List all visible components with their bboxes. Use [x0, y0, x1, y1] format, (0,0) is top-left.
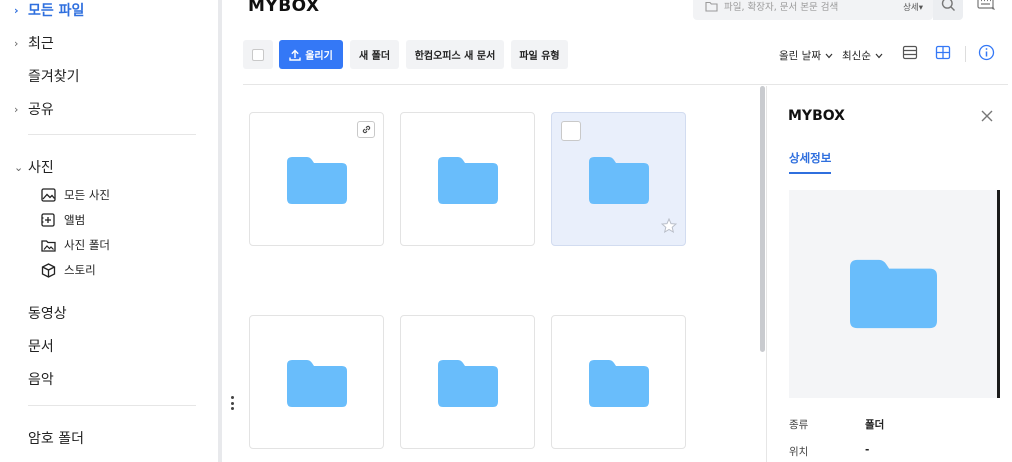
panel-title: MYBOX	[788, 108, 845, 124]
sidebar-item-recent[interactable]: › 최근	[14, 33, 54, 53]
sort-order-label: 최신순	[842, 50, 871, 62]
chevron-right-icon: ›	[14, 36, 19, 50]
sidebar-subitem-all-photos[interactable]: 모든 사진	[40, 187, 110, 203]
sidebar-item-label: 문서	[28, 339, 54, 355]
sidebar-item-secure-folder[interactable]: 암호 폴더	[14, 428, 84, 448]
sidebar-subitem-label: 사진 폴더	[64, 238, 110, 252]
search-icon	[941, 0, 956, 16]
list-view-button[interactable]	[901, 45, 919, 63]
folder-card[interactable]	[249, 112, 384, 246]
chevron-down-icon	[875, 53, 883, 59]
folder-card[interactable]	[400, 112, 535, 246]
sort-order-dropdown[interactable]: 최신순	[842, 48, 883, 63]
keyboard-shortcut-icon[interactable]	[977, 0, 997, 18]
sidebar-item-label: 최근	[28, 36, 54, 52]
sidebar-subitem-story[interactable]: 스토리	[40, 262, 96, 278]
folder-card[interactable]	[551, 315, 686, 449]
image-icon	[40, 187, 56, 203]
chevron-right-icon: ›	[14, 3, 19, 17]
sidebar-divider	[28, 405, 196, 406]
info-panel-button[interactable]	[977, 44, 995, 65]
folder-icon	[287, 157, 347, 208]
file-type-filter-button[interactable]: 파일 유형	[511, 40, 568, 69]
sidebar-item-label: 모든 파일	[28, 3, 85, 19]
search-button[interactable]	[933, 0, 963, 20]
sidebar: › 모든 파일 › 최근 즐겨찾기 › 공유 ⌄ 사진 모든 사진 앨범 사진 …	[0, 0, 222, 462]
sidebar-item-documents[interactable]: 문서	[14, 336, 54, 356]
tab-details[interactable]: 상세정보	[789, 150, 832, 174]
chevron-down-icon: ⌄	[14, 160, 24, 174]
sidebar-item-shared[interactable]: › 공유	[14, 99, 54, 119]
folder-card-selected[interactable]	[551, 112, 686, 246]
search-placeholder: 파일, 확장자, 문서 본문 검색	[724, 2, 839, 13]
folder-card[interactable]	[400, 315, 535, 449]
sidebar-subitem-album[interactable]: 앨범	[40, 212, 85, 228]
sidebar-scrollbar[interactable]	[218, 0, 222, 462]
sidebar-subitem-label: 모든 사진	[64, 188, 110, 202]
select-all-checkbox[interactable]	[243, 40, 273, 69]
mybox-app: › 모든 파일 › 최근 즐겨찾기 › 공유 ⌄ 사진 모든 사진 앨범 사진 …	[0, 0, 1012, 462]
prop-value-type: 폴더	[865, 419, 885, 431]
sidebar-item-label: 사진	[28, 160, 54, 176]
upload-button[interactable]: 올리기	[279, 40, 343, 69]
prop-label-location: 위치	[789, 446, 809, 458]
folder-icon	[438, 360, 498, 411]
folder-icon	[438, 157, 498, 208]
photo-folder-icon	[40, 237, 56, 253]
sidebar-item-label: 공유	[28, 102, 54, 118]
album-add-icon	[40, 212, 56, 228]
prop-label-type: 종류	[789, 419, 809, 431]
sidebar-item-music[interactable]: 음악	[14, 369, 54, 389]
content-scrollbar[interactable]	[760, 86, 765, 352]
cube-icon	[40, 262, 56, 278]
chevron-right-icon: ›	[14, 102, 19, 116]
sidebar-item-label: 음악	[28, 372, 54, 388]
upload-label: 올리기	[305, 51, 333, 62]
detail-panel: MYBOX 상세정보 종류 폴더 위치 -	[766, 86, 1012, 462]
sidebar-item-label: 동영상	[28, 306, 67, 322]
folder-preview	[789, 190, 999, 398]
folder-outline-icon	[705, 0, 718, 16]
info-icon	[978, 44, 995, 65]
folder-icon	[850, 259, 937, 333]
folder-icon	[589, 157, 649, 208]
sidebar-item-label: 암호 폴더	[28, 431, 84, 447]
folder-card[interactable]	[249, 315, 384, 449]
toolbar-separator	[965, 46, 966, 62]
link-icon[interactable]	[357, 121, 375, 138]
search-input[interactable]: 파일, 확장자, 문서 본문 검색 상세▾	[693, 0, 933, 20]
sidebar-item-photos[interactable]: ⌄ 사진	[14, 157, 54, 177]
favorite-star-icon[interactable]	[660, 217, 678, 237]
page-title: MYBOX	[248, 0, 320, 16]
sidebar-item-favorites[interactable]: 즐겨찾기	[14, 66, 80, 86]
sidebar-item-label: 즐겨찾기	[28, 69, 80, 85]
sort-field-dropdown[interactable]: 올린 날짜	[779, 48, 833, 63]
close-icon[interactable]	[980, 108, 994, 127]
sort-field-label: 올린 날짜	[779, 50, 821, 62]
grid-view-button[interactable]	[934, 45, 952, 63]
toolbar-divider	[243, 84, 1008, 85]
chevron-down-icon	[825, 53, 833, 59]
prop-value-location: -	[865, 444, 870, 456]
select-checkbox[interactable]	[561, 121, 581, 141]
sidebar-subitem-label: 스토리	[64, 263, 96, 277]
search-detail-dropdown[interactable]: 상세▾	[903, 1, 923, 13]
panel-scrollbar[interactable]	[997, 190, 1000, 398]
sidebar-divider	[28, 134, 196, 135]
hancom-new-doc-button[interactable]: 한컴오피스 새 문서	[406, 40, 504, 69]
folder-icon	[589, 360, 649, 411]
sidebar-subitem-label: 앨범	[64, 213, 86, 227]
new-folder-button[interactable]: 새 폴더	[350, 40, 399, 69]
folder-icon	[287, 360, 347, 411]
sidebar-subitem-photo-folder[interactable]: 사진 폴더	[40, 237, 110, 253]
upload-icon	[289, 49, 301, 61]
panel-resize-handle[interactable]	[229, 396, 235, 410]
sidebar-item-videos[interactable]: 동영상	[14, 303, 67, 323]
sidebar-item-all-files[interactable]: › 모든 파일	[14, 0, 84, 20]
grid-view-icon	[935, 45, 951, 64]
list-view-icon	[902, 45, 918, 64]
